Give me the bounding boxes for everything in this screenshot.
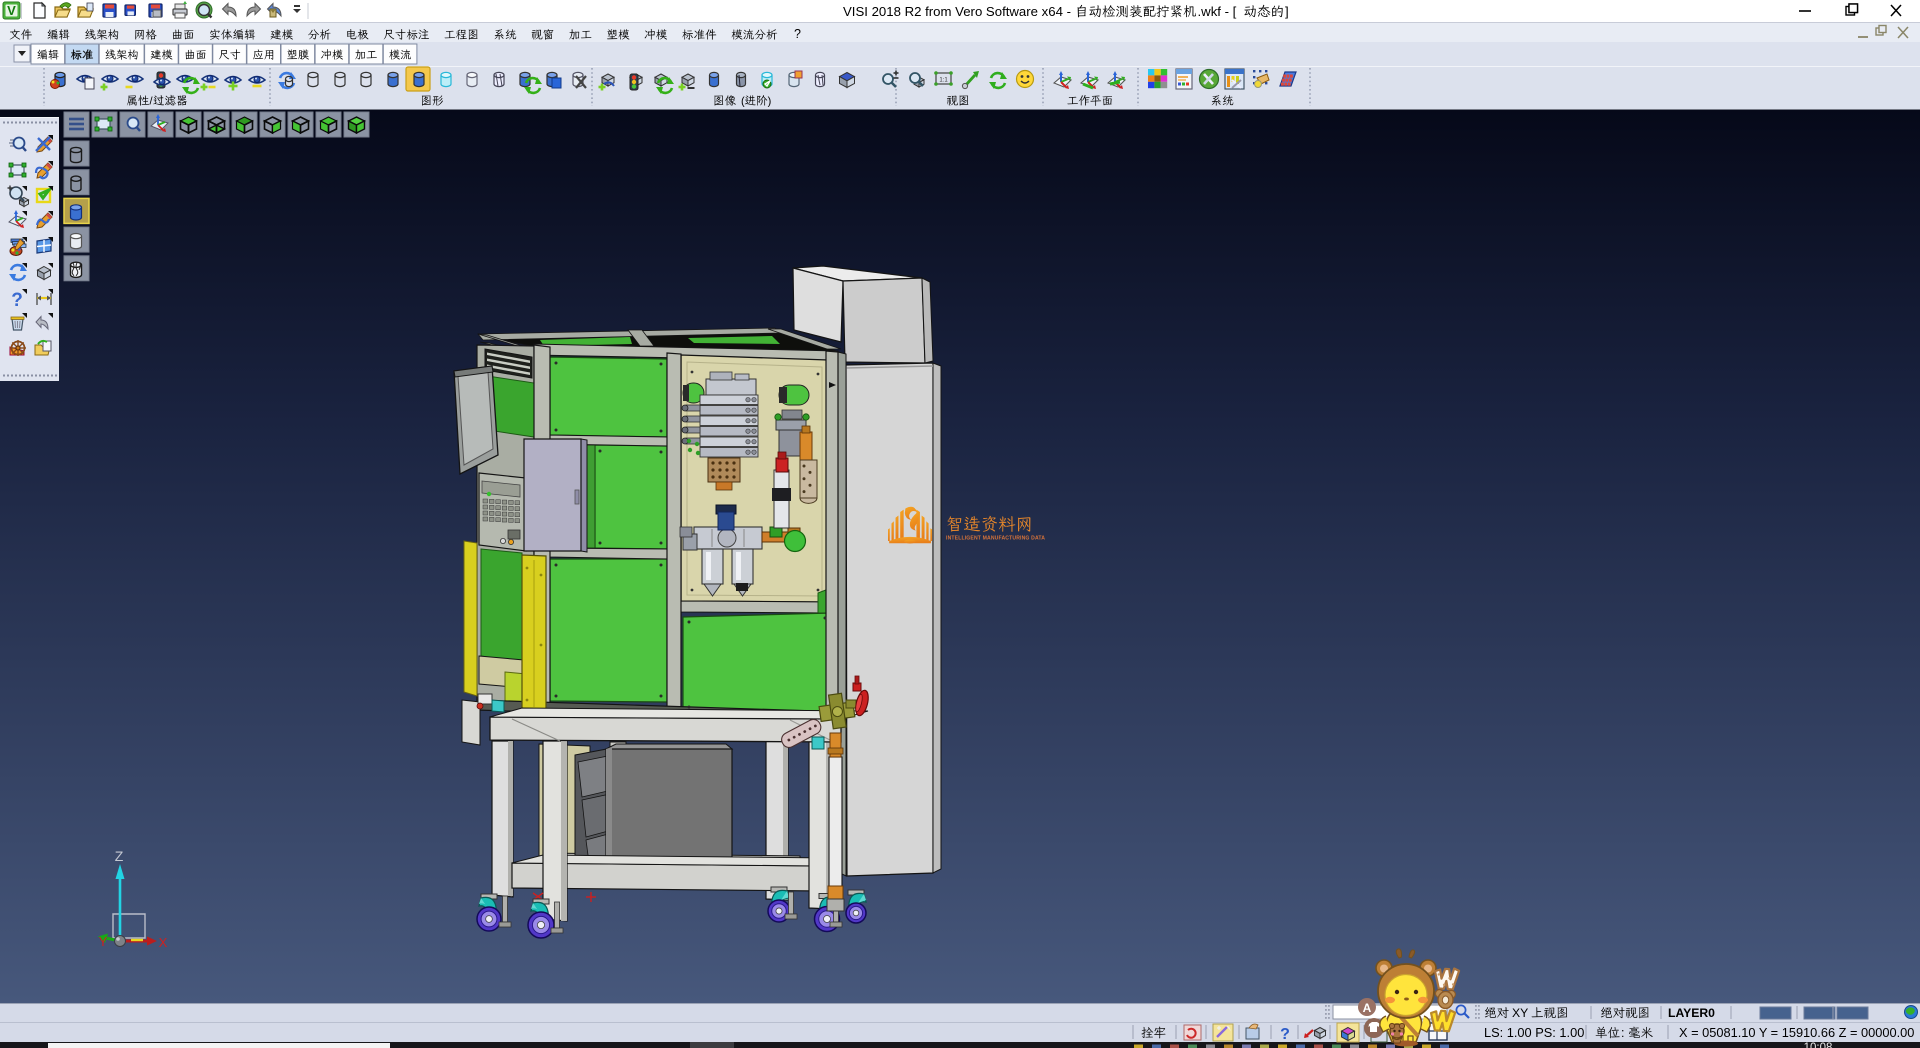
svg-text:XY: XY	[1512, 1006, 1528, 1020]
svg-text::: :	[1621, 1026, 1624, 1040]
svg-text:?: ?	[11, 290, 23, 311]
svg-text:?: ?	[1280, 1026, 1290, 1043]
svg-text:INTELLIGENT MANUFACTURING DATA: INTELLIGENT MANUFACTURING DATA	[946, 536, 1045, 542]
svg-text:): )	[768, 96, 772, 108]
svg-text:Z: Z	[115, 848, 124, 864]
svg-text:]: ]	[1285, 4, 1289, 19]
svg-text:X = 05081.10 Y = 15910.66 Z =: X = 05081.10 Y = 15910.66 Z = 00000.00	[1679, 1025, 1914, 1040]
svg-text:Y: Y	[99, 934, 108, 949]
svg-text:10:08: 10:08	[1804, 1042, 1833, 1048]
svg-text:A: A	[1363, 1001, 1372, 1015]
svg-text:(: (	[741, 96, 745, 108]
svg-text:1:1: 1:1	[939, 78, 948, 84]
svg-text:LAYER0: LAYER0	[1668, 1006, 1715, 1020]
svg-text:V: V	[7, 3, 16, 18]
svg-text:VISI 2018 R2 from Vero Softwar: VISI 2018 R2 from Vero Software x64 -	[843, 4, 1071, 19]
svg-text:?: ?	[794, 27, 801, 41]
svg-text:.wkf - [: .wkf - [	[1198, 4, 1237, 19]
svg-text:X: X	[159, 935, 168, 950]
svg-text:LS: 1.00 PS: 1.00: LS: 1.00 PS: 1.00	[1484, 1025, 1584, 1040]
